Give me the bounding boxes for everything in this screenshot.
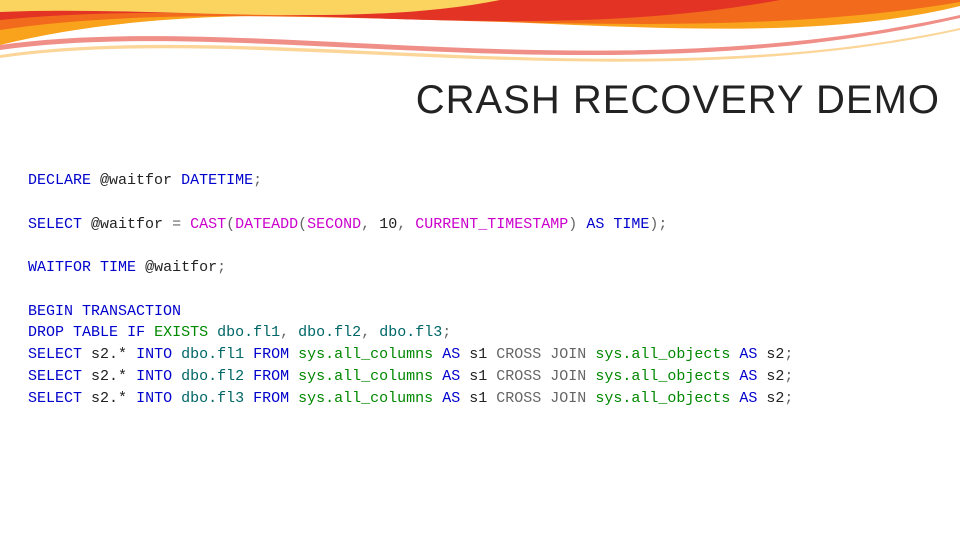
dt-datetime: DATETIME bbox=[181, 172, 253, 189]
obj-fl1: dbo.fl1 bbox=[181, 346, 244, 363]
kw-join: JOIN bbox=[550, 368, 586, 385]
kw-as: AS bbox=[586, 216, 604, 233]
star: s2.* bbox=[91, 390, 127, 407]
kw-table: TABLE bbox=[73, 324, 118, 341]
kw-as: AS bbox=[739, 368, 757, 385]
alias-s1: s1 bbox=[469, 390, 487, 407]
kw-into: INTO bbox=[136, 368, 172, 385]
comma: , bbox=[397, 216, 406, 233]
kw-drop: DROP bbox=[28, 324, 64, 341]
kw-select: SELECT bbox=[28, 368, 82, 385]
alias-s2: s2 bbox=[766, 368, 784, 385]
kw-as: AS bbox=[442, 346, 460, 363]
comma: , bbox=[361, 216, 370, 233]
alias-s2: s2 bbox=[766, 390, 784, 407]
obj-fl2: dbo.fl2 bbox=[181, 368, 244, 385]
kw-declare: DECLARE bbox=[28, 172, 91, 189]
fn-second: SECOND bbox=[307, 216, 361, 233]
semi: ; bbox=[658, 216, 667, 233]
var-waitfor: @waitfor bbox=[91, 216, 163, 233]
obj-all-columns: sys.all_columns bbox=[298, 346, 433, 363]
alias-s1: s1 bbox=[469, 368, 487, 385]
kw-cross: CROSS bbox=[496, 346, 541, 363]
kw-waitfor: WAITFOR bbox=[28, 259, 91, 276]
lp: ( bbox=[298, 216, 307, 233]
obj-fl1: dbo.fl1 bbox=[217, 324, 280, 341]
obj-all-objects: sys.all_objects bbox=[595, 390, 730, 407]
slide-title: CRASH RECOVERY DEMO bbox=[0, 78, 940, 123]
obj-fl3: dbo.fl3 bbox=[181, 390, 244, 407]
kw-as: AS bbox=[739, 390, 757, 407]
star: s2.* bbox=[91, 368, 127, 385]
fn-dateadd: DATEADD bbox=[235, 216, 298, 233]
fn-cast: CAST bbox=[190, 216, 226, 233]
num-ten: 10 bbox=[379, 216, 397, 233]
dt-time: TIME bbox=[100, 259, 136, 276]
semi: ; bbox=[784, 346, 793, 363]
kw-select: SELECT bbox=[28, 390, 82, 407]
obj-all-columns: sys.all_columns bbox=[298, 390, 433, 407]
kw-as: AS bbox=[739, 346, 757, 363]
kw-select: SELECT bbox=[28, 216, 82, 233]
kw-exists: EXISTS bbox=[154, 324, 208, 341]
kw-transaction: TRANSACTION bbox=[82, 303, 181, 320]
star: s2.* bbox=[91, 346, 127, 363]
var-waitfor: @waitfor bbox=[100, 172, 172, 189]
semi: ; bbox=[784, 368, 793, 385]
kw-from: FROM bbox=[253, 390, 289, 407]
kw-as: AS bbox=[442, 390, 460, 407]
obj-all-objects: sys.all_objects bbox=[595, 368, 730, 385]
semi: ; bbox=[217, 259, 226, 276]
alias-s1: s1 bbox=[469, 346, 487, 363]
semi: ; bbox=[442, 324, 451, 341]
obj-fl2: dbo.fl2 bbox=[298, 324, 361, 341]
obj-all-objects: sys.all_objects bbox=[595, 346, 730, 363]
dt-time: TIME bbox=[613, 216, 649, 233]
kw-begin: BEGIN bbox=[28, 303, 73, 320]
fn-current-ts: CURRENT_TIMESTAMP bbox=[415, 216, 568, 233]
kw-if: IF bbox=[127, 324, 145, 341]
obj-fl3: dbo.fl3 bbox=[379, 324, 442, 341]
lp: ( bbox=[226, 216, 235, 233]
kw-select: SELECT bbox=[28, 346, 82, 363]
kw-join: JOIN bbox=[550, 346, 586, 363]
comma: , bbox=[280, 324, 289, 341]
var-waitfor: @waitfor bbox=[145, 259, 217, 276]
semi: ; bbox=[253, 172, 262, 189]
kw-cross: CROSS bbox=[496, 390, 541, 407]
comma: , bbox=[361, 324, 370, 341]
alias-s2: s2 bbox=[766, 346, 784, 363]
kw-cross: CROSS bbox=[496, 368, 541, 385]
kw-as: AS bbox=[442, 368, 460, 385]
kw-join: JOIN bbox=[550, 390, 586, 407]
kw-into: INTO bbox=[136, 346, 172, 363]
kw-into: INTO bbox=[136, 390, 172, 407]
sql-code-block: DECLARE @waitfor DATETIME; SELECT @waitf… bbox=[28, 170, 940, 409]
semi: ; bbox=[784, 390, 793, 407]
rp: ) bbox=[568, 216, 577, 233]
eq: = bbox=[172, 216, 181, 233]
obj-all-columns: sys.all_columns bbox=[298, 368, 433, 385]
kw-from: FROM bbox=[253, 346, 289, 363]
kw-from: FROM bbox=[253, 368, 289, 385]
